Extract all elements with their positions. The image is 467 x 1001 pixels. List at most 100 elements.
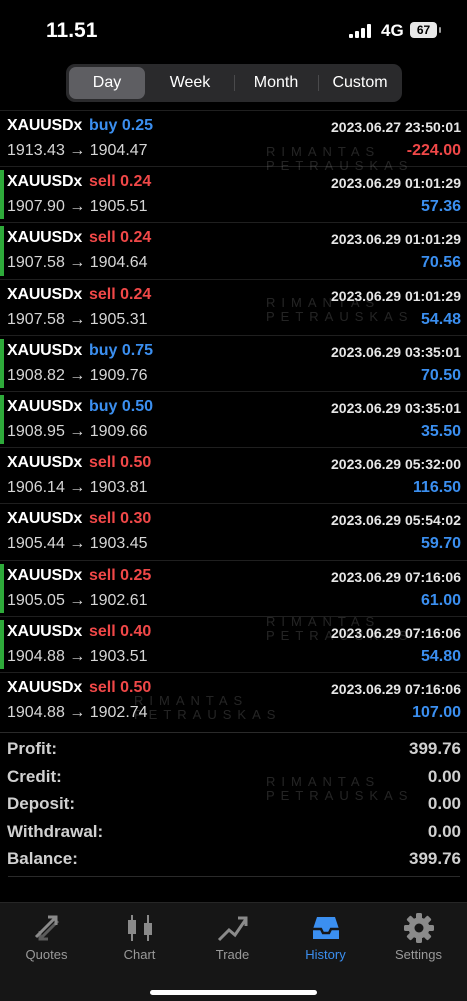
segment-divider [318, 75, 319, 91]
tab-label: Quotes [25, 947, 68, 962]
period-segmented-control: Day Week Month Custom [66, 64, 402, 102]
trade-prices: 1906.14 → 1903.81 [7, 479, 148, 497]
trade-prices: 1905.05 → 1902.61 [7, 591, 148, 609]
summary-label: Credit: [7, 766, 62, 786]
trade-datetime: 2023.06.29 01:01:29 [331, 175, 461, 192]
tab-history[interactable]: History [279, 909, 372, 969]
bottom-tab-bar: Quotes Chart Trade History Settings [0, 902, 467, 1001]
trade-symbol: XAUUSDx [7, 229, 83, 247]
summary-row-withdrawal: Withdrawal: 0.00 [0, 816, 467, 844]
trade-datetime: 2023.06.29 03:35:01 [331, 399, 461, 416]
inbox-tray-icon [313, 917, 339, 939]
tab-week[interactable]: Week [148, 67, 232, 99]
trade-datetime: 2023.06.29 05:32:00 [331, 456, 461, 473]
trade-datetime: 2023.06.29 05:54:02 [331, 512, 461, 529]
trade-symbol: XAUUSDx [7, 678, 83, 696]
trade-row[interactable]: XAUUSDx buy 0.75 2023.06.29 03:35:01 1908.8… [0, 334, 467, 391]
trade-prices: 1904.88 → 1902.74 [7, 703, 148, 721]
trade-prices: 1913.43 → 1904.47 [7, 142, 148, 159]
trade-prices: 1907.58 → 1904.64 [7, 254, 148, 272]
trade-action: sell 0.40 [89, 622, 152, 640]
trade-datetime: 2023.06.27 23:50:01 [331, 119, 461, 135]
trade-action: sell 0.50 [89, 454, 152, 472]
summary-value: 399.76 [409, 739, 461, 758]
tab-label: Chart [123, 947, 156, 962]
tab-month[interactable]: Month [236, 67, 316, 99]
trade-profit: 59.70 [420, 535, 461, 553]
network-type: 4G [381, 21, 404, 40]
trade-row[interactable]: XAUUSDx sell 0.24 2023.06.29 01:01:29 1907.… [0, 222, 467, 278]
trade-profit: 61.00 [420, 591, 461, 609]
trade-action: sell 0.24 [89, 229, 152, 247]
trade-action: buy 0.75 [89, 341, 154, 359]
tab-quotes[interactable]: Quotes [0, 909, 93, 969]
gear-icon [404, 913, 434, 943]
trade-prices: 1904.88 → 1903.51 [7, 647, 148, 665]
tab-chart[interactable]: Chart [93, 909, 186, 969]
summary-label: Deposit: [7, 794, 75, 813]
trade-history-list: XAUUSDx buy 0.25 2023.06.27 23:50:01 1913.4… [0, 110, 467, 728]
trade-symbol: XAUUSDx [7, 173, 83, 191]
trade-datetime: 2023.06.29 01:01:29 [331, 287, 461, 304]
tab-day[interactable]: Day [69, 67, 145, 99]
tab-label: Settings [395, 947, 442, 962]
trade-row[interactable]: XAUUSDx sell 0.24 2023.06.29 01:01:29 1907.… [0, 278, 467, 335]
trade-action: buy 0.50 [89, 397, 154, 415]
trade-row[interactable]: XAUUSDx sell 0.30 2023.06.29 05:54:02 1905.… [0, 503, 467, 559]
trade-profit: 54.48 [420, 310, 461, 328]
quotes-arrows-icon [34, 915, 60, 941]
trade-profit: 54.80 [420, 647, 461, 665]
trade-action: sell 0.25 [89, 566, 152, 584]
trade-prices: 1908.95 → 1909.66 [7, 422, 148, 440]
status-bar: 11.51 4G 67 [0, 0, 467, 56]
trade-symbol: XAUUSDx [7, 285, 83, 303]
segment-divider [234, 75, 235, 91]
summary-label: Profit: [7, 739, 58, 758]
trade-row[interactable]: XAUUSDx buy 0.25 2023.06.27 23:50:01 1913.4… [0, 110, 467, 166]
tab-label: Trade [215, 947, 250, 962]
trade-action: sell 0.24 [89, 173, 152, 191]
trade-datetime: 2023.06.29 07:16:06 [331, 680, 461, 697]
trade-profit: 70.56 [420, 254, 461, 272]
trade-symbol: XAUUSDx [7, 117, 83, 134]
summary-value: 399.76 [409, 849, 461, 868]
trade-row[interactable]: XAUUSDx buy 0.50 2023.06.29 03:35:01 1908.9… [0, 390, 467, 447]
trade-profit: 116.50 [412, 479, 461, 497]
summary-label: Balance: [7, 849, 78, 868]
tab-trade[interactable]: Trade [186, 909, 279, 969]
trade-symbol: XAUUSDx [7, 397, 83, 415]
trade-datetime: 2023.06.29 01:01:29 [331, 231, 461, 248]
summary-value: 0.00 [427, 766, 461, 786]
trade-datetime: 2023.06.29 03:35:01 [331, 343, 461, 360]
trend-line-icon [217, 916, 248, 942]
trade-prices: 1908.82 → 1909.76 [7, 366, 148, 384]
trade-profit: -224.00 [406, 142, 461, 159]
trade-row[interactable]: XAUUSDx sell 0.50 2023.06.29 07:16:06 1904.… [0, 671, 467, 728]
summary-value: 0.00 [427, 821, 461, 841]
cellular-signal-icon [349, 24, 371, 38]
summary-row-profit: Profit: 399.76 [0, 733, 467, 761]
trade-profit: 70.50 [420, 366, 461, 384]
tab-settings[interactable]: Settings [372, 909, 465, 969]
trade-action: sell 0.30 [89, 510, 152, 528]
trade-action: sell 0.50 [89, 678, 152, 696]
trade-row[interactable]: XAUUSDx sell 0.24 2023.06.29 01:01:29 1907.… [0, 166, 467, 222]
battery-icon: 67 [410, 22, 441, 38]
trade-row[interactable]: XAUUSDx sell 0.40 2023.06.29 07:16:06 1904.… [0, 615, 467, 672]
trade-symbol: XAUUSDx [7, 454, 83, 472]
divider [8, 876, 460, 877]
tab-custom[interactable]: Custom [320, 67, 400, 99]
trade-prices: 1907.58 → 1905.31 [7, 310, 148, 328]
trade-profit: 35.50 [420, 422, 461, 440]
trade-action: sell 0.24 [89, 285, 152, 303]
trade-action: buy 0.25 [89, 117, 154, 134]
summary-row-deposit: Deposit: 0.00 [0, 788, 467, 816]
status-time: 11.51 [46, 19, 98, 42]
trade-row[interactable]: XAUUSDx sell 0.25 2023.06.29 07:16:06 1905.… [0, 559, 467, 616]
trade-row[interactable]: XAUUSDx sell 0.50 2023.06.29 05:32:00 1906.… [0, 447, 467, 503]
summary-label: Withdrawal: [7, 821, 104, 841]
summary-value: 0.00 [427, 794, 461, 813]
trade-symbol: XAUUSDx [7, 622, 83, 640]
summary-row-balance: Balance: 399.76 [0, 843, 467, 871]
trade-datetime: 2023.06.29 07:16:06 [331, 568, 461, 585]
